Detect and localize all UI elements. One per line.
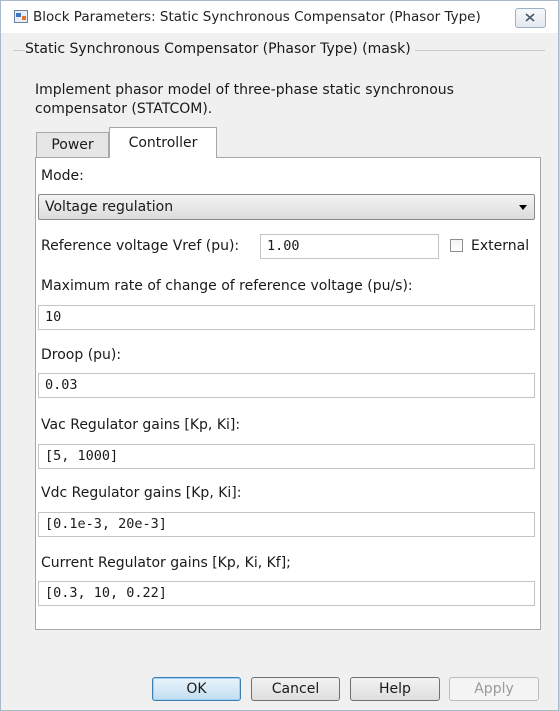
current-gains-label: Current Regulator gains [Kp, Ki, Kf]; — [41, 555, 291, 571]
chevron-down-icon — [519, 205, 527, 210]
tab-power[interactable]: Power — [36, 132, 109, 157]
mode-select[interactable]: Voltage regulation — [38, 194, 535, 220]
vac-gains-label: Vac Regulator gains [Kp, Ki]: — [41, 417, 241, 433]
tab-controller[interactable]: Controller — [109, 127, 217, 158]
cancel-button[interactable]: Cancel — [251, 677, 340, 701]
current-gains-field[interactable]: [0.3, 10, 0.22] — [38, 581, 535, 606]
simulink-block-icon — [14, 10, 28, 23]
title-bar: Block Parameters: Static Synchronous Com… — [1, 1, 558, 33]
help-button[interactable]: Help — [350, 677, 440, 701]
max-rate-field[interactable]: 10 — [38, 305, 535, 330]
vdc-gains-label: Vdc Regulator gains [Kp, Ki]: — [41, 485, 242, 501]
window-title: Block Parameters: Static Synchronous Com… — [33, 9, 481, 25]
mode-label: Mode: — [41, 168, 84, 184]
close-button[interactable] — [515, 8, 546, 28]
vref-label: Reference voltage Vref (pu): — [41, 238, 240, 254]
apply-button[interactable]: Apply — [449, 677, 539, 701]
droop-field[interactable]: 0.03 — [38, 373, 535, 398]
external-label: External — [471, 238, 530, 254]
ok-button[interactable]: OK — [152, 677, 241, 701]
group-title: Static Synchronous Compensator (Phasor T… — [25, 41, 415, 57]
external-checkbox[interactable] — [450, 239, 463, 252]
vdc-gains-field[interactable]: [0.1e-3, 20e-3] — [38, 512, 535, 537]
droop-label: Droop (pu): — [41, 347, 122, 363]
block-parameters-dialog: Block Parameters: Static Synchronous Com… — [0, 0, 559, 711]
block-description: Implement phasor model of three-phase st… — [35, 82, 454, 117]
vac-gains-field[interactable]: [5, 1000] — [38, 444, 535, 469]
close-icon — [525, 13, 535, 22]
mode-select-value: Voltage regulation — [45, 199, 174, 215]
max-rate-label: Maximum rate of change of reference volt… — [41, 278, 413, 294]
vref-field[interactable]: 1.00 — [260, 234, 439, 259]
